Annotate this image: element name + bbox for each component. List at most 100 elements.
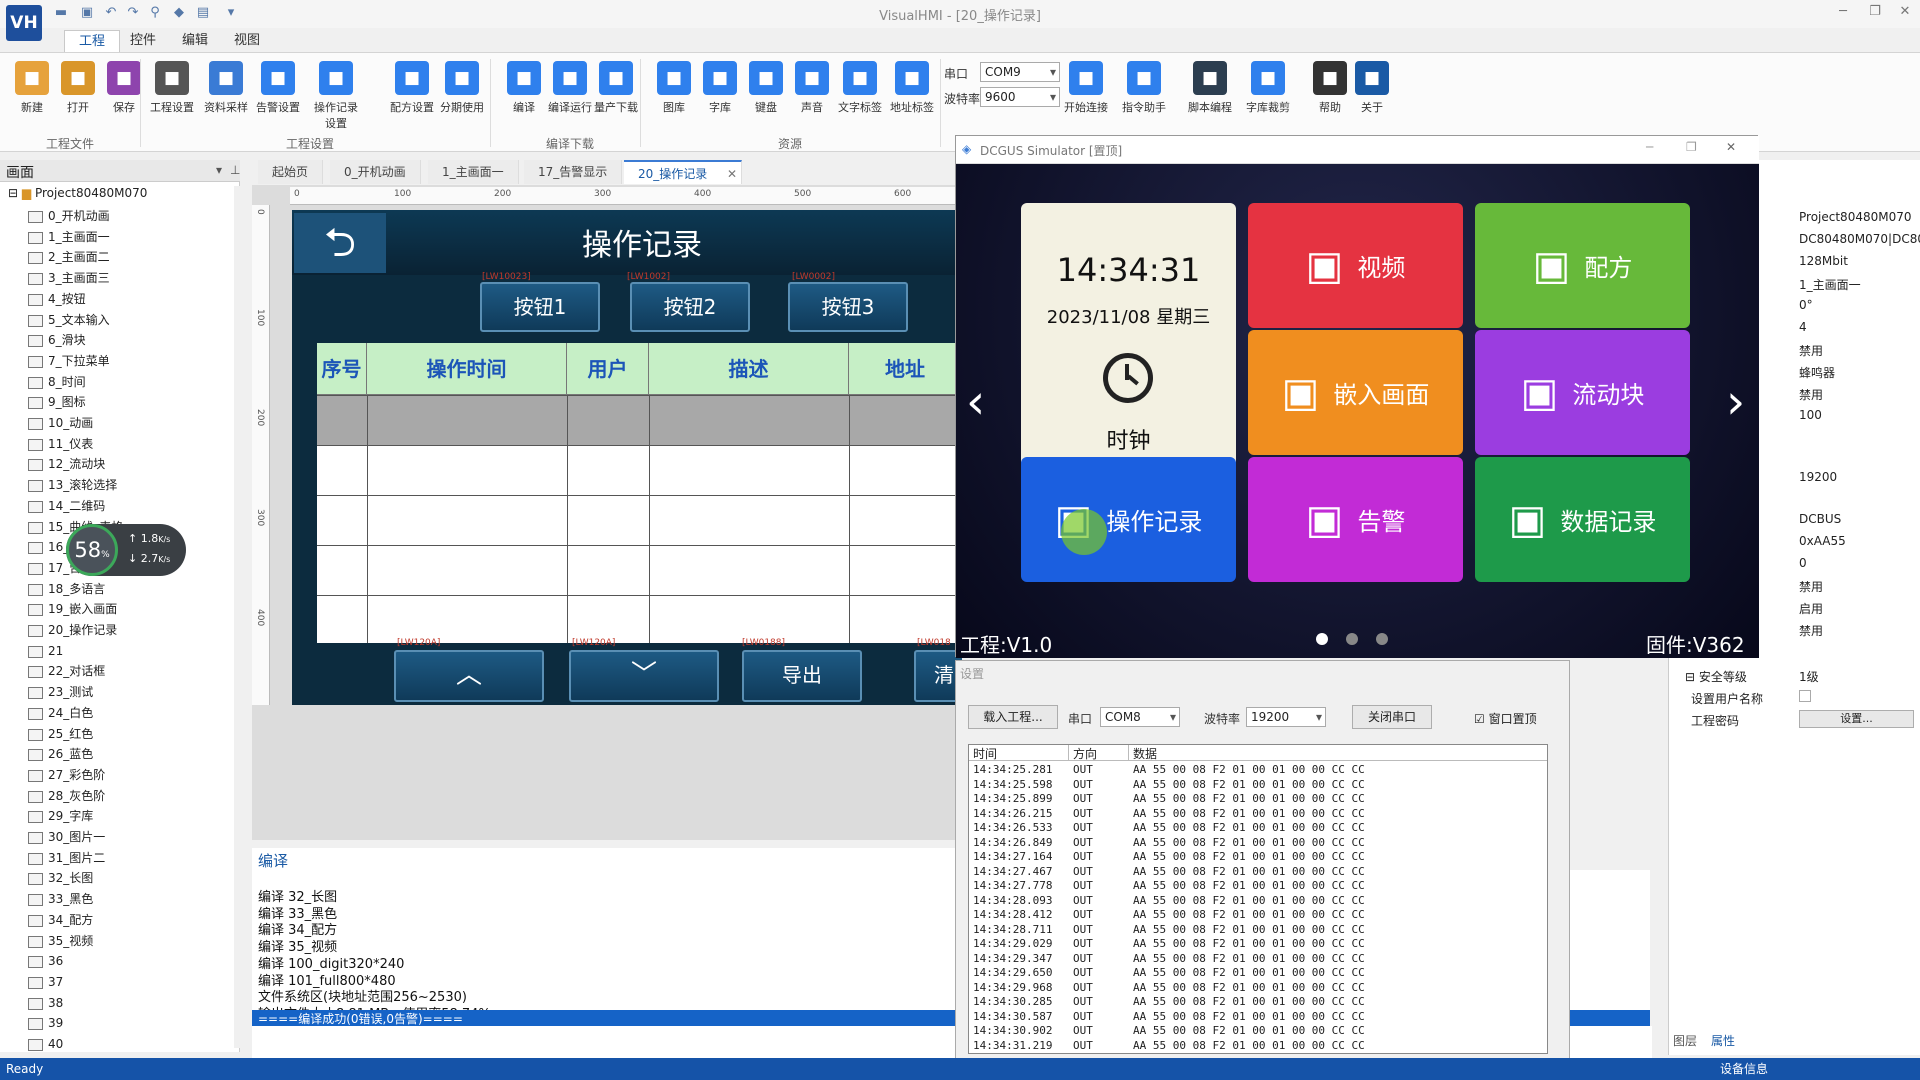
close-icon[interactable]: ✕ <box>727 162 737 186</box>
tree-item[interactable]: 19_嵌入画面 <box>27 599 117 619</box>
tree-item[interactable]: 23_测试 <box>27 682 93 702</box>
export-button[interactable]: 导出 <box>742 650 862 702</box>
ribbon-button-6[interactable]: ■ 操作记录设置 <box>310 61 362 131</box>
property-value[interactable]: 禁用 <box>1799 342 1823 359</box>
ribbon-button-21[interactable]: ■ 字库裁剪 <box>1242 61 1294 115</box>
menu-tab-project[interactable]: 工程 <box>64 30 121 52</box>
undo-icon[interactable]: ↶ <box>102 4 120 22</box>
property-value[interactable]: 禁用 <box>1799 622 1823 639</box>
tree-scrollbar[interactable] <box>234 186 246 1048</box>
tree-item[interactable]: 1_主画面一 <box>28 227 110 247</box>
tile-data-record[interactable]: ▣ 数据记录 <box>1475 457 1690 582</box>
minimize-icon[interactable]: ─ <box>1832 4 1854 24</box>
hmi-button-1[interactable]: 按钮1 <box>480 282 600 332</box>
close-icon[interactable]: ✕ <box>1726 140 1736 154</box>
tree-item[interactable]: 7_下拉菜单 <box>28 351 110 371</box>
tile-recipe[interactable]: ▣ 配方 <box>1475 203 1690 328</box>
pin-icon[interactable]: ⊥ <box>230 163 240 177</box>
tree-item[interactable]: 36 <box>27 951 63 971</box>
tree-item[interactable]: 9_图标 <box>28 392 86 412</box>
find-icon[interactable]: ⚲ <box>146 4 164 22</box>
tree-item[interactable]: 0_开机动画 <box>28 206 110 226</box>
chevron-down-icon[interactable]: ▾ <box>216 163 222 177</box>
tree-item[interactable]: 10_动画 <box>27 413 93 433</box>
ribbon-button-10[interactable]: ■ 编译运行 <box>544 61 596 115</box>
ribbon-button-0[interactable]: ■ 新建 <box>6 61 58 115</box>
property-value[interactable]: 0 <box>1799 556 1807 570</box>
tile-warning[interactable]: ▣ 告警 <box>1248 457 1463 582</box>
port-select[interactable]: COM9 <box>980 62 1060 82</box>
menu-tab-view[interactable]: 视图 <box>220 30 274 52</box>
tree-item[interactable]: 30_图片一 <box>27 827 105 847</box>
close-port-button[interactable]: 关闭串口 <box>1352 705 1432 729</box>
tree-root[interactable]: ⊟ ▆ Project80480M070 <box>8 186 147 200</box>
maximize-icon[interactable]: ❐ <box>1864 4 1886 24</box>
tree-item[interactable]: 35_视频 <box>27 931 93 951</box>
property-value[interactable]: DCBUS <box>1799 512 1841 526</box>
tree-item[interactable]: 21 <box>27 641 63 661</box>
tree-item[interactable]: 32_长图 <box>27 868 93 888</box>
menu-tab-edit[interactable]: 编辑 <box>168 30 222 52</box>
ribbon-button-1[interactable]: ■ 打开 <box>52 61 104 115</box>
page-up-button[interactable]: ︿ <box>394 650 544 702</box>
load-project-button[interactable]: 载入工程... <box>968 705 1058 729</box>
tree-item[interactable]: 26_蓝色 <box>27 744 93 764</box>
tree-item[interactable]: 33_黑色 <box>27 889 93 909</box>
expand-icon[interactable]: ⊟ 安全等级 <box>1685 668 1747 685</box>
password-set-button[interactable]: 设置... <box>1799 710 1914 728</box>
ribbon-button-19[interactable]: ■ 指令助手 <box>1118 61 1170 115</box>
tree-item[interactable]: 14_二维码 <box>27 496 105 516</box>
close-icon[interactable]: ✕ <box>1894 4 1916 24</box>
clock-tile[interactable]: 14:34:31 2023/11/08 星期三 时钟 <box>1021 203 1236 468</box>
tree-item[interactable]: 5_文本输入 <box>28 310 110 330</box>
ribbon-button-3[interactable]: ■ 工程设置 <box>146 61 198 115</box>
minimize-icon[interactable]: ─ <box>1646 140 1653 154</box>
sim-port-select[interactable]: COM8 <box>1100 707 1180 727</box>
topmost-checkbox[interactable]: ☑ 窗口置顶 <box>1474 710 1537 727</box>
tab-alarm-display[interactable]: 17_告警显示 <box>524 160 623 184</box>
ribbon-button-2[interactable]: ■ 保存 <box>98 61 150 115</box>
user-name-checkbox[interactable] <box>1799 690 1811 702</box>
tab-properties[interactable]: 属性 <box>1711 1032 1735 1049</box>
ribbon-button-11[interactable]: ■ 量产下载 <box>590 61 642 115</box>
property-value[interactable]: 19200 <box>1799 470 1837 484</box>
hmi-button-3[interactable]: 按钮3 <box>788 282 908 332</box>
tree-item[interactable]: 37 <box>27 972 63 992</box>
tab-start-page[interactable]: 起始页 <box>258 160 324 184</box>
ribbon-button-15[interactable]: ■ 声音 <box>786 61 838 115</box>
property-value[interactable]: Project80480M070 <box>1799 210 1912 224</box>
property-value[interactable]: 禁用 <box>1799 578 1823 595</box>
tree-item[interactable]: 6_滑块 <box>28 330 86 350</box>
property-value[interactable]: 0xAA55 <box>1799 534 1846 548</box>
ribbon-button-5[interactable]: ■ 告警设置 <box>252 61 304 115</box>
tree-item[interactable]: 38 <box>27 993 63 1013</box>
tree-item[interactable]: 28_灰色阶 <box>27 786 105 806</box>
property-value[interactable]: 蜂鸣器 <box>1799 364 1835 381</box>
tree-item[interactable]: 18_多语言 <box>27 579 105 599</box>
property-value[interactable]: 0° <box>1799 298 1813 312</box>
tree-item[interactable]: 40 <box>27 1034 63 1052</box>
hmi-button-2[interactable]: 按钮2 <box>630 282 750 332</box>
tree-item[interactable]: 3_主画面三 <box>28 268 110 288</box>
device-info[interactable]: 设备信息 <box>1720 1058 1768 1080</box>
compile-scrollbar[interactable] <box>1650 856 1664 1026</box>
tile-video[interactable]: ▣ 视频 <box>1248 203 1463 328</box>
tree-item[interactable]: 25_红色 <box>27 724 93 744</box>
ribbon-button-14[interactable]: ■ 键盘 <box>740 61 792 115</box>
tree-item[interactable]: 39 <box>27 1013 63 1033</box>
ribbon-button-4[interactable]: ■ 资料采样 <box>200 61 252 115</box>
next-page-icon[interactable]: › <box>1726 374 1745 430</box>
table-row-selected[interactable] <box>317 395 962 445</box>
tree-item[interactable]: 31_图片二 <box>27 848 105 868</box>
ribbon-button-17[interactable]: ■ 地址标签 <box>886 61 938 115</box>
back-button[interactable]: ⮌ <box>294 213 386 273</box>
hmi-screen-preview[interactable]: ⮌ 操作记录 [LW10023] [LW1002] [LW0002] 按钮1 按… <box>292 210 962 705</box>
tile-flow[interactable]: ▣ 流动块 <box>1475 330 1690 455</box>
ribbon-button-23[interactable]: ■ 关于 <box>1346 61 1398 115</box>
tile-embed[interactable]: ▣ 嵌入画面 <box>1248 330 1463 455</box>
tab-op-record[interactable]: 20_操作记录 ✕ <box>624 160 742 184</box>
ribbon-button-18[interactable]: ■ 开始连接 <box>1060 61 1112 115</box>
property-value[interactable]: 4 <box>1799 320 1807 334</box>
tree-item[interactable]: 22_对话框 <box>27 661 105 681</box>
open-folder-icon[interactable]: ▬ <box>52 4 70 22</box>
